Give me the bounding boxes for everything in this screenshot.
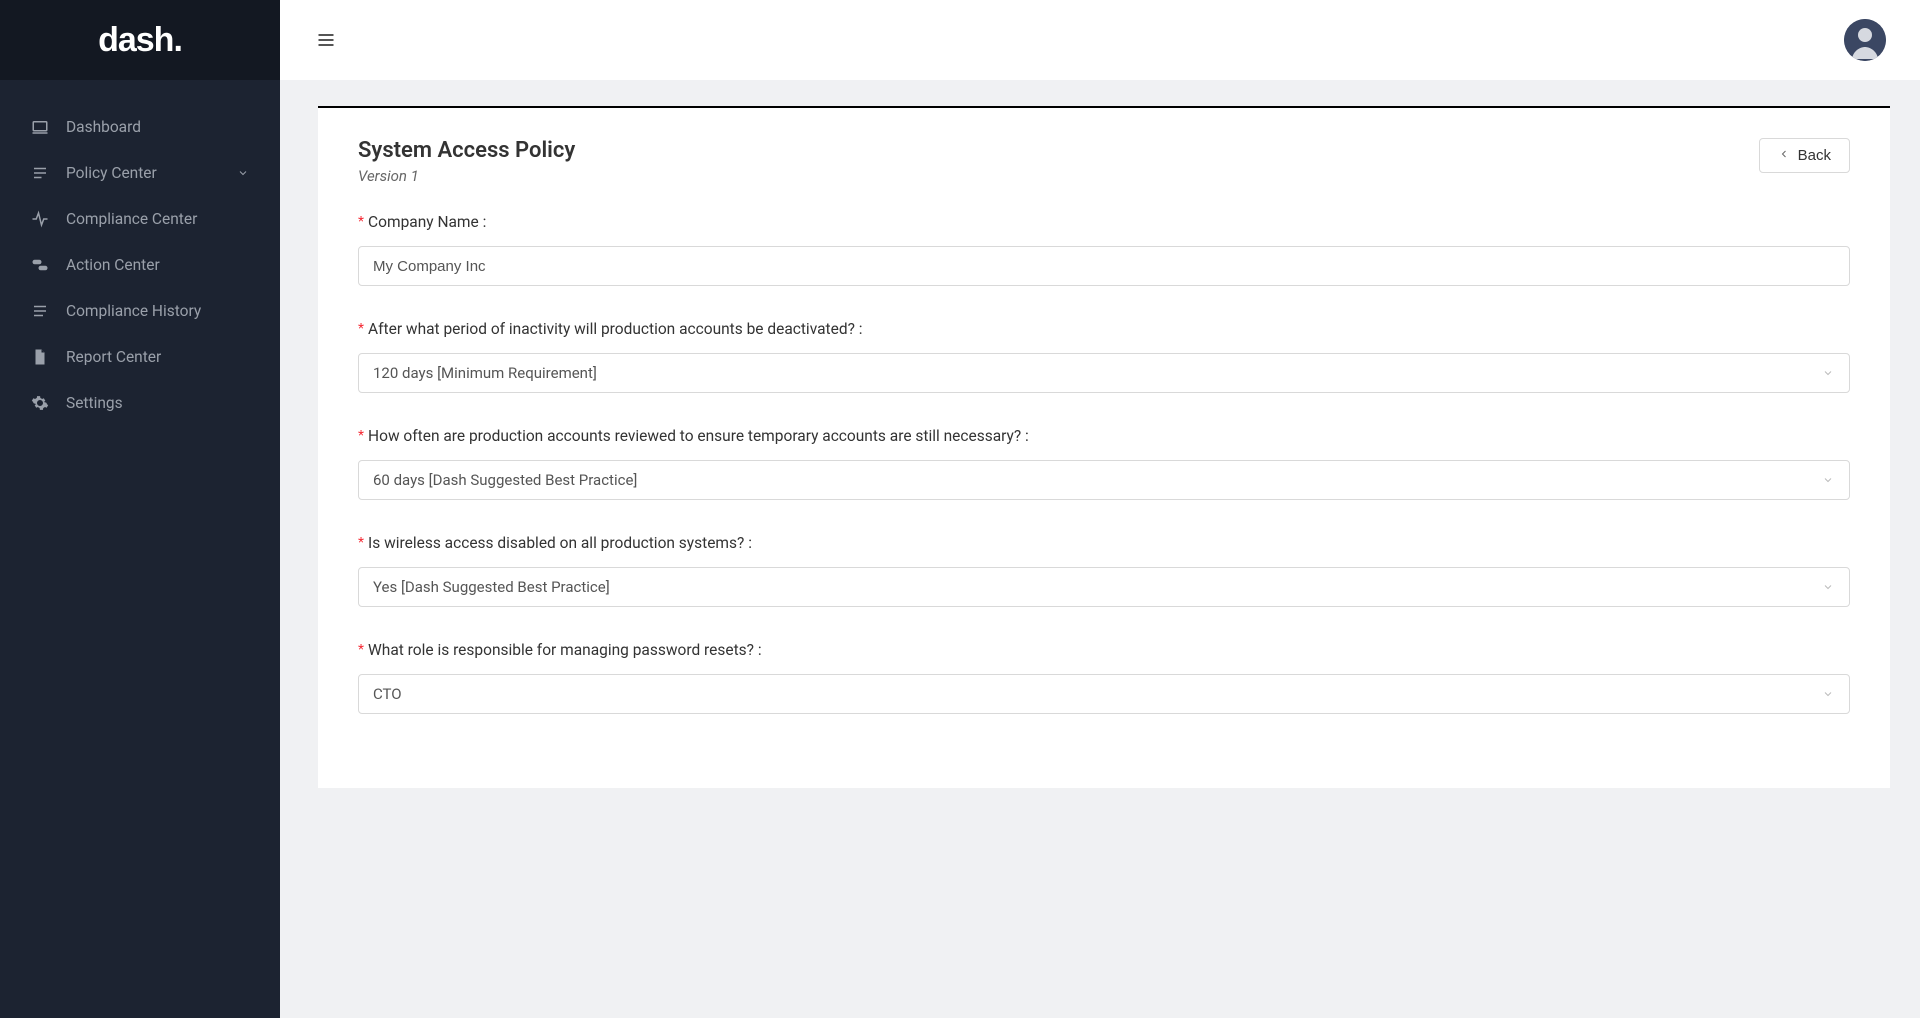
sidebar-item-label: Policy Center [66,164,236,182]
chevron-down-icon [1821,473,1835,487]
sidebar: dash. Dashboard Policy Center [0,0,280,1018]
field-company-name: *Company Name : [358,213,1850,286]
page-title: System Access Policy [358,138,575,163]
main: System Access Policy Version 1 Back *Com… [280,0,1920,1018]
lines-icon [30,301,50,321]
password-reset-role-select[interactable]: CTO [358,674,1850,714]
sidebar-item-label: Compliance History [66,302,250,320]
sidebar-item-label: Settings [66,394,250,412]
page-head: System Access Policy Version 1 Back [358,138,1850,185]
field-label: *Company Name : [358,213,1850,232]
page-subtitle: Version 1 [358,167,575,185]
page-title-block: System Access Policy Version 1 [358,138,575,185]
review-frequency-select[interactable]: 60 days [Dash Suggested Best Practice] [358,460,1850,500]
wireless-access-select[interactable]: Yes [Dash Suggested Best Practice] [358,567,1850,607]
field-label: *After what period of inactivity will pr… [358,320,1850,339]
content-card: System Access Policy Version 1 Back *Com… [318,106,1890,788]
sidebar-item-compliance-history[interactable]: Compliance History [0,288,280,334]
field-password-reset-role: *What role is responsible for managing p… [358,641,1850,714]
topbar [280,0,1920,80]
back-button-label: Back [1798,147,1831,164]
toggle-icon [30,255,50,275]
laptop-icon [30,117,50,137]
field-inactivity-period: *After what period of inactivity will pr… [358,320,1850,393]
sidebar-item-label: Report Center [66,348,250,366]
company-name-input[interactable] [358,246,1850,286]
sidebar-item-label: Dashboard [66,118,250,136]
chevron-down-icon [1821,687,1835,701]
gear-icon [30,393,50,413]
menu-toggle-icon[interactable] [314,28,338,52]
field-label: *How often are production accounts revie… [358,427,1850,446]
field-review-frequency: *How often are production accounts revie… [358,427,1850,500]
select-value: Yes [Dash Suggested Best Practice] [373,578,610,596]
sidebar-item-settings[interactable]: Settings [0,380,280,426]
chevron-left-icon [1778,147,1790,164]
field-wireless-access: *Is wireless access disabled on all prod… [358,534,1850,607]
back-button[interactable]: Back [1759,138,1850,173]
required-star: * [358,321,364,338]
content-wrap: System Access Policy Version 1 Back *Com… [280,80,1920,1018]
select-value: CTO [373,685,402,703]
sidebar-item-label: Compliance Center [66,210,250,228]
list-icon [30,163,50,183]
sidebar-item-action-center[interactable]: Action Center [0,242,280,288]
logo: dash. [98,21,182,60]
sidebar-item-policy-center[interactable]: Policy Center [0,150,280,196]
avatar[interactable] [1844,19,1886,61]
sidebar-item-report-center[interactable]: Report Center [0,334,280,380]
chevron-down-icon [1821,580,1835,594]
select-value: 60 days [Dash Suggested Best Practice] [373,471,637,489]
file-icon [30,347,50,367]
required-star: * [358,535,364,552]
required-star: * [358,642,364,659]
field-label: *What role is responsible for managing p… [358,641,1850,660]
field-label: *Is wireless access disabled on all prod… [358,534,1850,553]
sidebar-item-label: Action Center [66,256,250,274]
activity-icon [30,209,50,229]
chevron-down-icon [236,166,250,180]
logo-area: dash. [0,0,280,80]
inactivity-period-select[interactable]: 120 days [Minimum Requirement] [358,353,1850,393]
required-star: * [358,214,364,231]
sidebar-nav: Dashboard Policy Center Compliance Cente… [0,80,280,450]
select-value: 120 days [Minimum Requirement] [373,364,597,382]
required-star: * [358,428,364,445]
sidebar-item-dashboard[interactable]: Dashboard [0,104,280,150]
chevron-down-icon [1821,366,1835,380]
sidebar-item-compliance-center[interactable]: Compliance Center [0,196,280,242]
